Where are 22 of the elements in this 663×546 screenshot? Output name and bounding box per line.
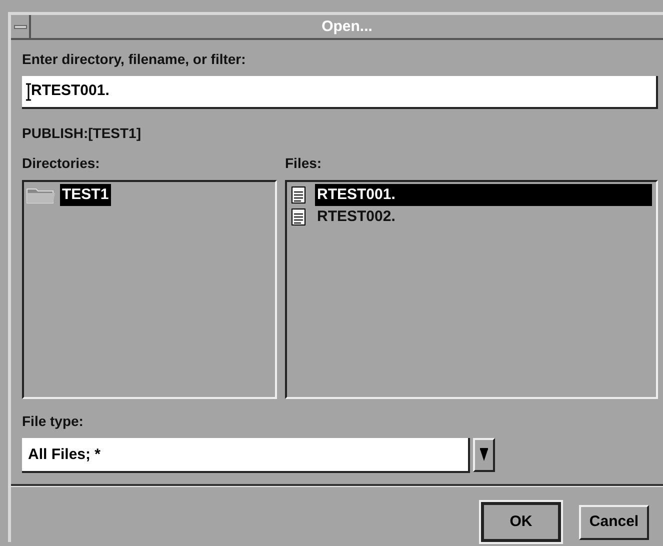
file-item[interactable]: RTEST001. — [315, 184, 652, 206]
system-menu-button[interactable] — [11, 15, 31, 38]
file-type-label: File type: — [22, 412, 84, 431]
folder-icon — [26, 186, 56, 204]
text-cursor-icon — [26, 82, 31, 100]
dropdown-arrow-button[interactable] — [473, 438, 495, 472]
directory-item[interactable]: TEST1 — [60, 184, 111, 206]
document-icon — [291, 208, 307, 226]
files-list[interactable]: RTEST001. RTEST002. — [285, 180, 658, 399]
dialog-button[interactable]: Cancel — [579, 504, 649, 540]
caret-icon — [479, 447, 489, 463]
files-label: Files: — [285, 154, 323, 173]
filter-field[interactable]: RTEST001. — [22, 76, 658, 109]
file-type-dropdown[interactable]: All Files; * — [22, 438, 470, 473]
window-title: Open... — [320, 17, 374, 37]
file-item[interactable]: RTEST002. — [315, 206, 652, 228]
directories-label: Directories: — [22, 154, 101, 173]
current-path: PUBLISH:[TEST1] — [22, 124, 142, 143]
filter-label: Enter directory, filename, or filter: — [22, 50, 247, 69]
document-icon — [291, 186, 307, 204]
directories-list[interactable]: TEST1 — [22, 180, 277, 399]
dialog-button[interactable]: OK — [481, 502, 561, 542]
